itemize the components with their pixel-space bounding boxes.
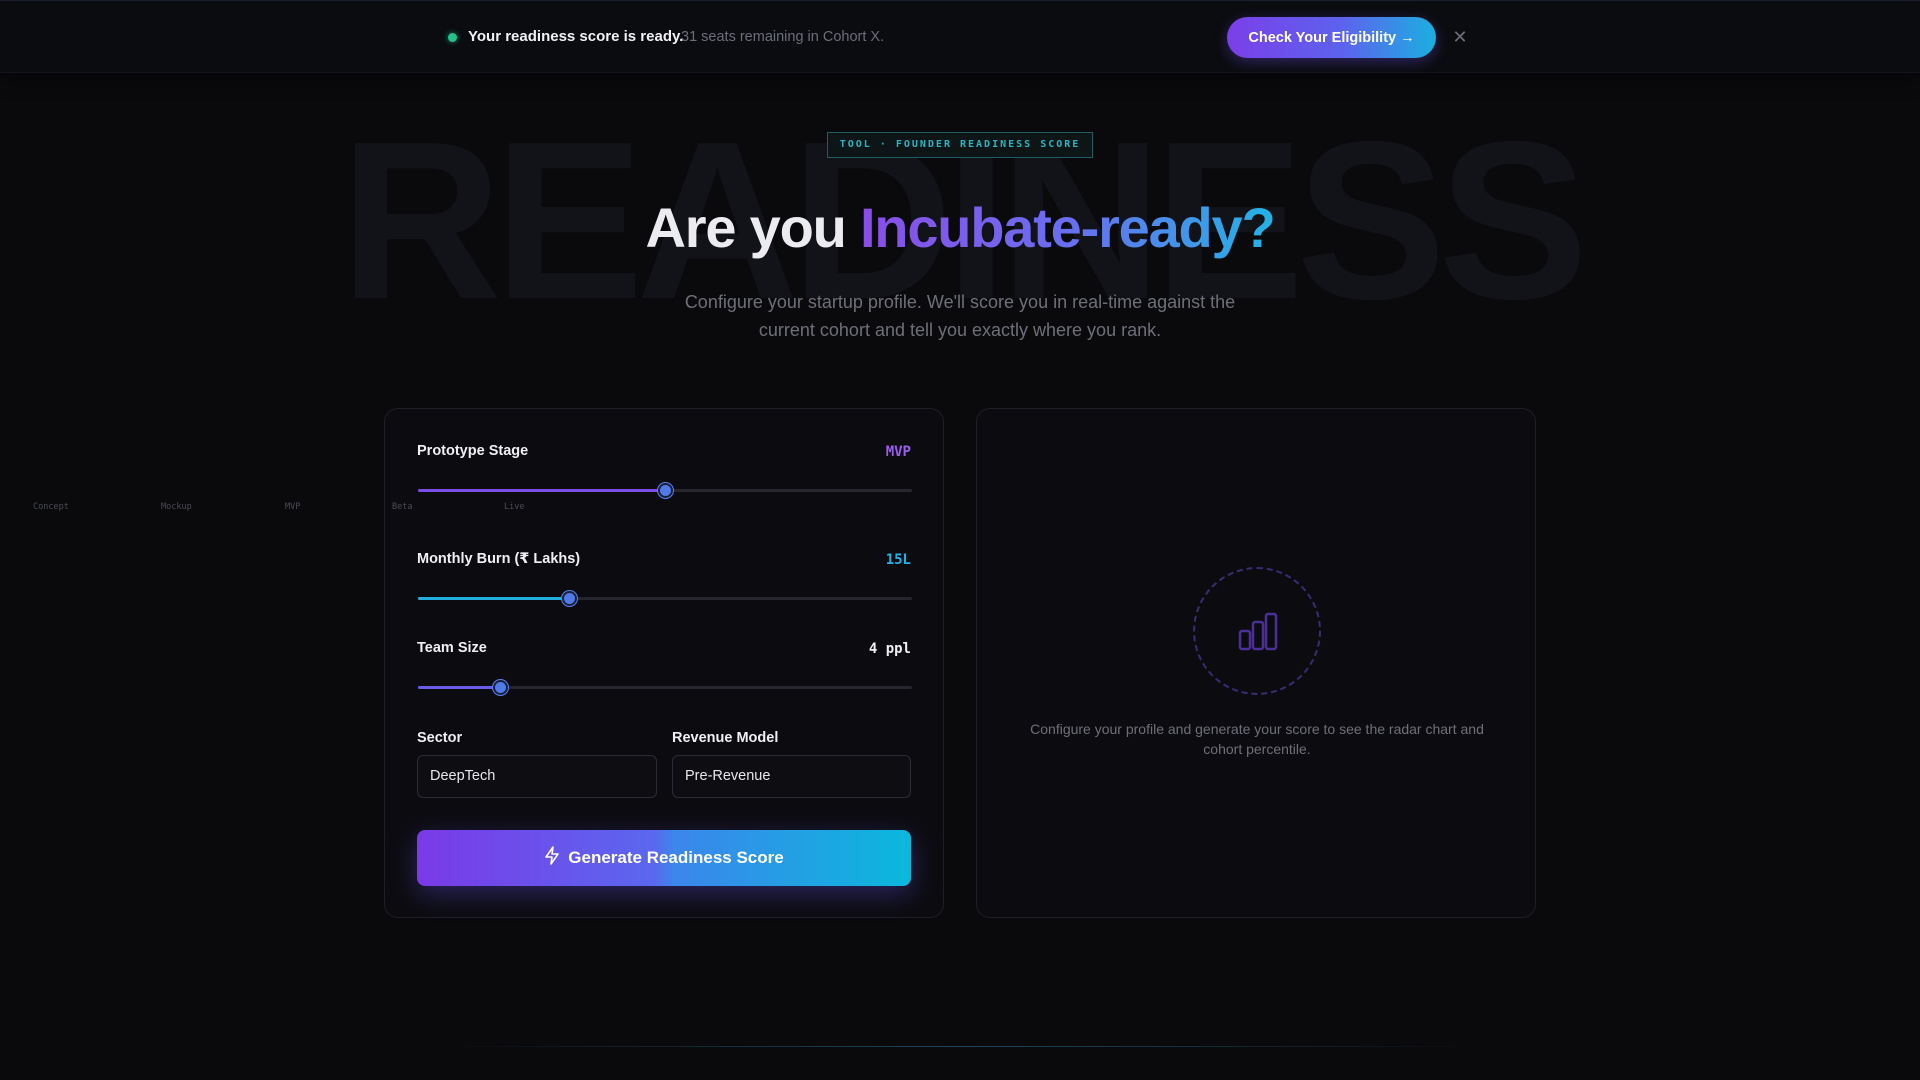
team-size-slider[interactable] [418, 680, 912, 695]
generate-score-label: Generate Readiness Score [568, 848, 784, 867]
announcement-message: Your readiness score is ready. [468, 28, 684, 45]
tick-label: Mockup [161, 502, 192, 512]
sector-select[interactable]: DeepTech [417, 755, 657, 798]
team-size-fill [418, 686, 500, 689]
prototype-stage-value: MVP [885, 444, 911, 460]
announcement-bar: Your readiness score is ready. 31 seats … [0, 1, 1920, 73]
tick-label: Beta [392, 502, 413, 512]
check-eligibility-button[interactable]: Check Your Eligibility → [1227, 17, 1436, 58]
bar-chart-icon [1238, 612, 1278, 651]
announcement-subtext: 31 seats remaining in Cohort X. [681, 29, 885, 45]
prototype-stage-label: Prototype Stage [417, 443, 529, 459]
monthly-burn-fill [418, 597, 569, 600]
prototype-stage-thumb[interactable] [658, 483, 673, 498]
tick-label: Live [504, 502, 525, 512]
title-plain: Are you [645, 196, 860, 259]
tick-label: Concept [33, 502, 69, 512]
status-dot [448, 33, 457, 42]
team-size-label: Team Size [417, 640, 487, 656]
prototype-stage-slider[interactable] [418, 483, 912, 498]
prototype-stage-fill [418, 489, 665, 492]
monthly-burn-thumb[interactable] [562, 591, 577, 606]
bottom-divider [440, 1046, 1480, 1047]
tool-badge: TOOL · FOUNDER READINESS SCORE [827, 132, 1093, 158]
revenue-model-label: Revenue Model [672, 730, 779, 746]
lightning-icon [544, 846, 560, 870]
score-result-card: Configure your profile and generate your… [976, 408, 1536, 918]
monthly-burn-label: Monthly Burn (₹ Lakhs) [417, 551, 581, 567]
page-title: Are you Incubate-ready? [0, 194, 1920, 262]
revenue-model-select[interactable]: Pre-Revenue [672, 755, 911, 798]
sector-label: Sector [417, 730, 463, 746]
team-size-thumb[interactable] [493, 680, 508, 695]
tick-label: MVP [285, 502, 301, 512]
title-accent: Incubate-ready? [859, 196, 1276, 259]
generate-score-button[interactable]: Generate Readiness Score [417, 830, 911, 886]
placeholder-ring [1193, 567, 1321, 695]
team-size-value: 4 ppl [868, 641, 911, 657]
result-placeholder-text: Configure your profile and generate your… [1030, 721, 1484, 757]
monthly-burn-slider[interactable] [418, 591, 912, 606]
monthly-burn-value: 15L [885, 552, 911, 568]
page-subtitle: Configure your startup profile. We'll sc… [684, 292, 1236, 340]
close-icon[interactable]: ✕ [1450, 25, 1470, 49]
